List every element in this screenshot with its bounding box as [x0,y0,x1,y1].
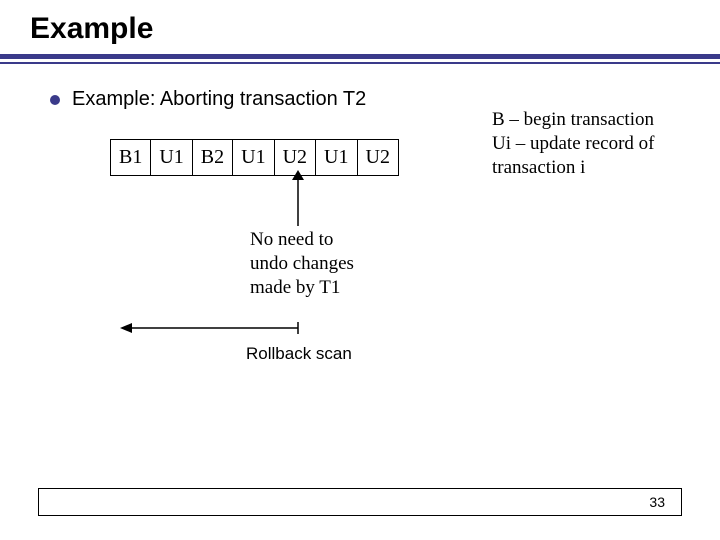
bullet-icon [50,95,60,105]
note-text: No need to undo changes made by T1 [250,228,410,299]
arrow-up-icon [288,170,308,228]
log-cell: U1 [151,140,192,176]
arrow-left-icon [120,320,300,336]
legend-line: Ui – update record of [492,132,702,156]
legend-line: transaction i [492,156,702,180]
log-table: B1 U1 B2 U1 U2 U1 U2 [110,139,399,176]
legend-line: B – begin transaction [492,108,702,132]
note-line: undo changes [250,252,410,276]
legend-text: B – begin transaction Ui – update record… [492,108,702,179]
bullet-text: Example: Aborting transaction T2 [72,88,366,111]
content-area: Example: Aborting transaction T2 B1 U1 B… [0,64,720,176]
note-line: No need to [250,228,410,252]
footer-bar: 33 [38,488,682,516]
divider-thick [0,54,720,59]
slide-number: 33 [649,494,665,510]
log-cell: U1 [316,140,357,176]
rollback-label: Rollback scan [246,344,352,364]
log-cell: B1 [111,140,151,176]
log-cell: U2 [357,140,398,176]
table-row: B1 U1 B2 U1 U2 U1 U2 [111,140,399,176]
log-cell: U1 [233,140,274,176]
log-cell: B2 [192,140,232,176]
note-line: made by T1 [250,276,410,300]
slide-title: Example [0,0,720,54]
